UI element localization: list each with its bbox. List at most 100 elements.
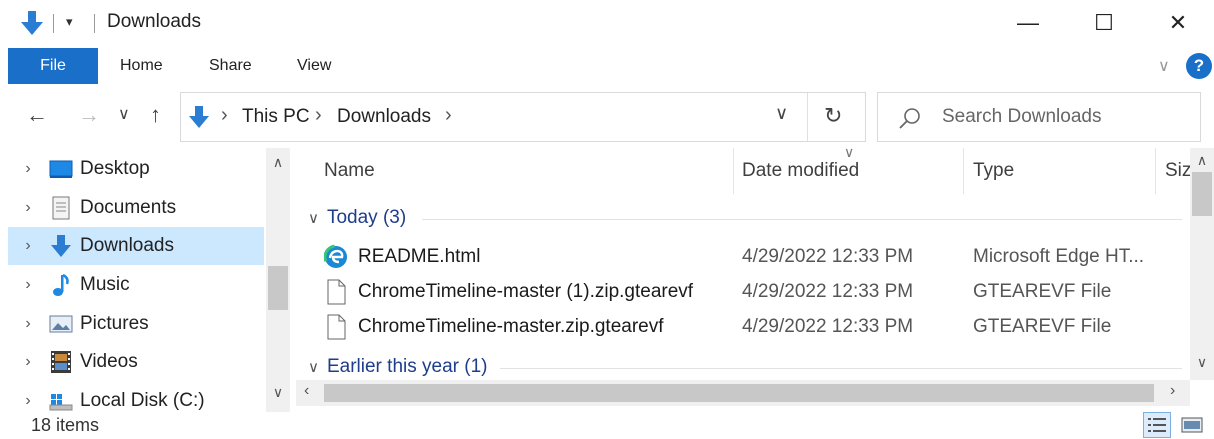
scroll-thumb[interactable]	[268, 266, 288, 310]
minimize-button[interactable]: —	[990, 0, 1066, 46]
tab-share[interactable]: Share	[209, 48, 252, 84]
desktop-icon	[48, 157, 74, 181]
collapse-chevron-icon[interactable]: ∨	[308, 209, 319, 227]
scroll-thumb[interactable]	[324, 384, 1154, 402]
pictures-icon	[48, 312, 74, 336]
breadcrumb-separator[interactable]: ›	[221, 104, 228, 127]
file-row[interactable]: ChromeTimeline-master (1).zip.gtearevf 4…	[324, 275, 1174, 309]
large-icons-view-icon	[1181, 417, 1203, 433]
disk-icon	[48, 389, 74, 412]
file-icon	[327, 279, 346, 305]
group-label: Earlier this year (1)	[326, 356, 488, 377]
tree-item-local-disk[interactable]: › Local Disk (C:)	[8, 382, 264, 412]
search-icon	[899, 108, 920, 129]
file-type: GTEAREVF File	[973, 316, 1112, 337]
expand-chevron-icon[interactable]: ›	[8, 237, 48, 255]
group-divider	[500, 368, 1182, 369]
tree-item-videos[interactable]: › Videos	[8, 343, 264, 381]
up-button[interactable]: ↑	[150, 102, 161, 128]
tab-file[interactable]: File	[8, 48, 98, 84]
file-list-scrollbar[interactable]: ∧ ∨	[1190, 148, 1214, 380]
videos-icon	[48, 350, 74, 374]
forward-button[interactable]: →	[78, 102, 100, 128]
horizontal-scrollbar[interactable]: ‹ ›	[296, 380, 1190, 406]
file-type: GTEAREVF File	[973, 281, 1112, 302]
maximize-button[interactable]: ☐	[1066, 0, 1142, 46]
expand-chevron-icon[interactable]: ›	[8, 199, 48, 217]
tree-item-pictures[interactable]: › Pictures	[8, 305, 264, 343]
expand-ribbon-button[interactable]: ∨	[1158, 56, 1170, 76]
group-label: Today (3)	[326, 207, 407, 228]
title-bar: ▾ Downloads — ☐ ✕	[0, 0, 1214, 46]
group-header-earlier-this-year[interactable]: ∨ Earlier this year (1)	[308, 352, 487, 382]
tree-label: Videos	[80, 351, 138, 372]
nav-pane-scrollbar[interactable]: ∧ ∨	[266, 148, 290, 412]
qat-separator	[94, 14, 95, 33]
expand-chevron-icon[interactable]: ›	[8, 276, 48, 294]
window-title: Downloads	[107, 11, 201, 32]
search-box[interactable]	[877, 92, 1201, 142]
column-header-date-modified[interactable]: Date modified	[742, 148, 859, 194]
column-divider[interactable]	[963, 148, 964, 194]
file-name: README.html	[358, 246, 481, 267]
breadcrumb-this-pc[interactable]: This PC	[242, 106, 310, 128]
customize-qat-button[interactable]: ▾	[66, 14, 73, 30]
scroll-right-arrow-icon[interactable]: ›	[1170, 382, 1175, 400]
expand-chevron-icon[interactable]: ›	[8, 392, 48, 410]
column-divider[interactable]	[733, 148, 734, 194]
column-divider[interactable]	[1155, 148, 1156, 194]
collapse-chevron-icon[interactable]: ∨	[308, 358, 319, 376]
recent-locations-button[interactable]: ∨	[118, 104, 130, 124]
column-header-name[interactable]: Name	[324, 148, 375, 194]
scroll-up-arrow-icon[interactable]: ∧	[266, 154, 290, 171]
tree-label: Music	[80, 274, 130, 295]
refresh-button[interactable]: ↻	[824, 103, 842, 129]
address-bar[interactable]: › This PC › Downloads › ∨ ↻	[180, 92, 866, 142]
tree-label: Local Disk (C:)	[80, 390, 205, 411]
details-view-icon	[1148, 418, 1166, 432]
scroll-up-arrow-icon[interactable]: ∧	[1190, 152, 1214, 169]
address-dropdown-button[interactable]: ∨	[775, 103, 788, 124]
tree-item-documents[interactable]: › Documents	[8, 189, 264, 227]
tree-label: Downloads	[80, 235, 174, 256]
address-divider	[807, 93, 808, 141]
expand-chevron-icon[interactable]: ›	[8, 315, 48, 333]
downloads-icon	[48, 234, 74, 258]
navigation-bar: ← → ∨ ↑ › This PC › Downloads › ∨ ↻	[0, 84, 1214, 148]
navigation-pane: › Desktop › Documents › Downloads › Musi…	[0, 148, 292, 412]
music-icon	[48, 273, 74, 297]
breadcrumb-separator[interactable]: ›	[445, 104, 452, 127]
documents-icon	[48, 196, 74, 220]
large-icons-view-button[interactable]	[1178, 412, 1206, 438]
back-button[interactable]: ←	[26, 102, 48, 128]
tree-label: Desktop	[80, 158, 150, 179]
file-type: Microsoft Edge HT...	[973, 246, 1145, 267]
scroll-left-arrow-icon[interactable]: ‹	[304, 382, 309, 400]
expand-chevron-icon[interactable]: ›	[8, 353, 48, 371]
scroll-down-arrow-icon[interactable]: ∨	[1190, 354, 1214, 371]
scroll-thumb[interactable]	[1192, 172, 1212, 216]
qat-separator	[53, 14, 54, 33]
tree-item-downloads[interactable]: › Downloads	[8, 227, 264, 265]
download-arrow-icon[interactable]	[20, 10, 44, 36]
scroll-down-arrow-icon[interactable]: ∨	[266, 384, 290, 401]
close-button[interactable]: ✕	[1140, 0, 1214, 46]
tab-view[interactable]: View	[297, 48, 331, 84]
details-view-button[interactable]	[1143, 412, 1171, 438]
tree-label: Documents	[80, 197, 177, 218]
column-header-type[interactable]: Type	[973, 148, 1014, 194]
file-row[interactable]: ChromeTimeline-master.zip.gtearevf 4/29/…	[324, 310, 1174, 344]
tree-item-music[interactable]: › Music	[8, 266, 264, 304]
status-bar: 18 items	[0, 412, 1214, 439]
breadcrumb-separator[interactable]: ›	[315, 104, 322, 127]
help-button[interactable]: ?	[1186, 53, 1212, 79]
column-header-size[interactable]: Siz	[1165, 148, 1191, 194]
group-header-today[interactable]: ∨ Today (3)	[308, 203, 406, 233]
search-input[interactable]	[942, 104, 1192, 130]
breadcrumb-downloads[interactable]: Downloads	[337, 106, 431, 128]
file-date: 4/29/2022 12:33 PM	[742, 246, 914, 267]
tab-home[interactable]: Home	[120, 48, 163, 84]
file-row[interactable]: README.html 4/29/2022 12:33 PM Microsoft…	[324, 240, 1174, 274]
tree-item-desktop[interactable]: › Desktop	[8, 150, 264, 188]
expand-chevron-icon[interactable]: ›	[8, 160, 48, 178]
